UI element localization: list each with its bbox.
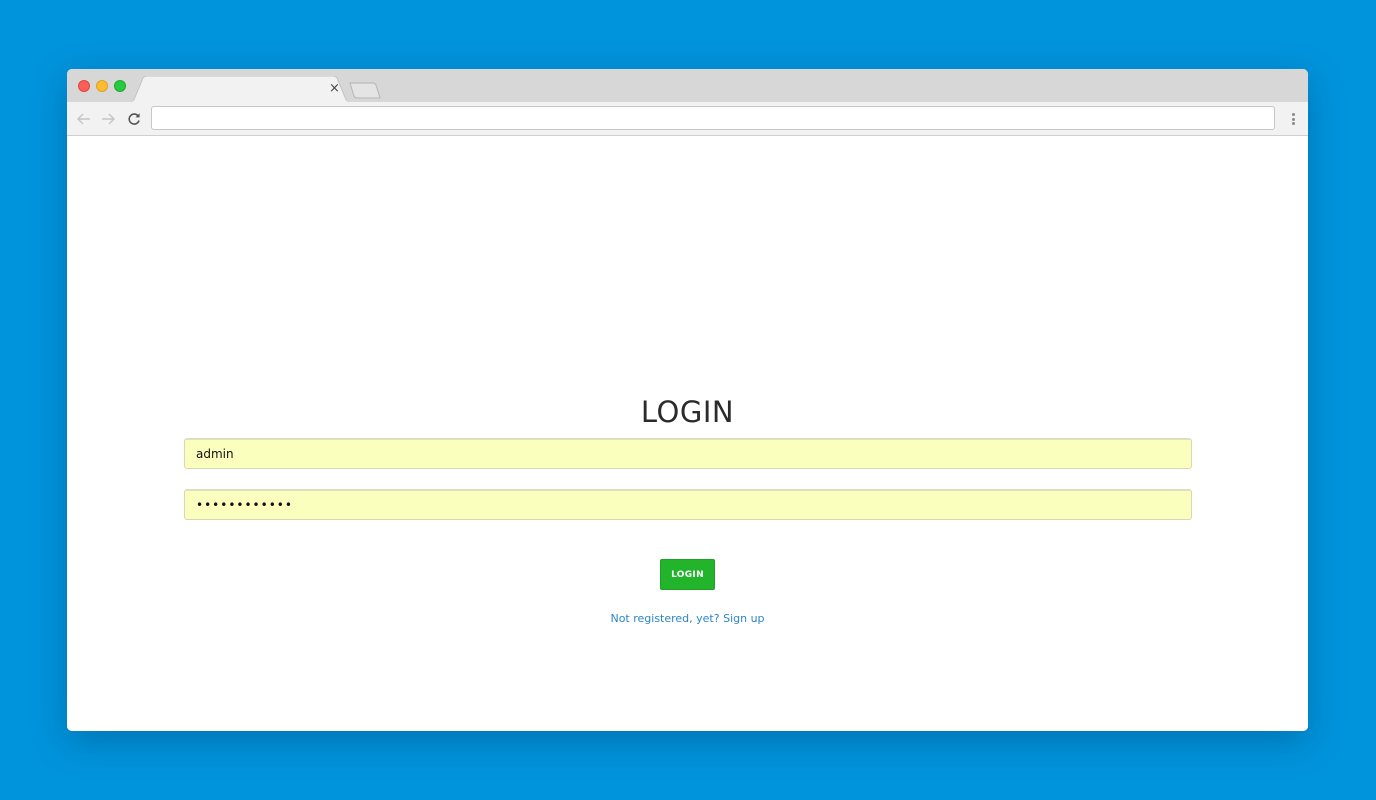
new-tab-icon xyxy=(349,82,381,99)
login-button[interactable]: LOGIN xyxy=(660,559,715,590)
arrow-right-icon xyxy=(102,113,115,125)
browser-tab-active[interactable] xyxy=(133,76,347,102)
kebab-menu-icon[interactable] xyxy=(1287,111,1299,127)
arrow-left-icon xyxy=(77,113,90,125)
username-field[interactable] xyxy=(184,438,1192,469)
reload-icon xyxy=(128,113,140,125)
forward-button[interactable] xyxy=(100,111,116,127)
menu-dot xyxy=(1291,117,1295,121)
close-window-button[interactable] xyxy=(78,80,90,92)
browser-toolbar xyxy=(67,102,1308,136)
signup-link[interactable]: Not registered, yet? Sign up xyxy=(67,612,1308,625)
signup-link-text[interactable]: Not registered, yet? Sign up xyxy=(610,612,764,625)
back-button[interactable] xyxy=(76,111,92,127)
page-title: LOGIN xyxy=(640,395,735,429)
reload-button[interactable] xyxy=(126,111,142,127)
password-field[interactable] xyxy=(184,489,1192,520)
new-tab-button[interactable] xyxy=(349,82,381,104)
page-content: LOGIN LOGIN Not registered, yet? Sign up xyxy=(67,136,1308,731)
browser-titlebar: × xyxy=(67,69,1308,102)
menu-dot xyxy=(1291,122,1295,125)
maximize-window-button[interactable] xyxy=(114,80,126,92)
minimize-window-button[interactable] xyxy=(96,80,108,92)
close-icon[interactable]: × xyxy=(329,82,340,95)
tab-shape xyxy=(133,76,347,102)
address-bar[interactable] xyxy=(151,106,1275,130)
menu-dot xyxy=(1291,113,1295,116)
browser-window: × LOGIN admin •••••••••••• LOGIN Not reg… xyxy=(67,69,1308,731)
